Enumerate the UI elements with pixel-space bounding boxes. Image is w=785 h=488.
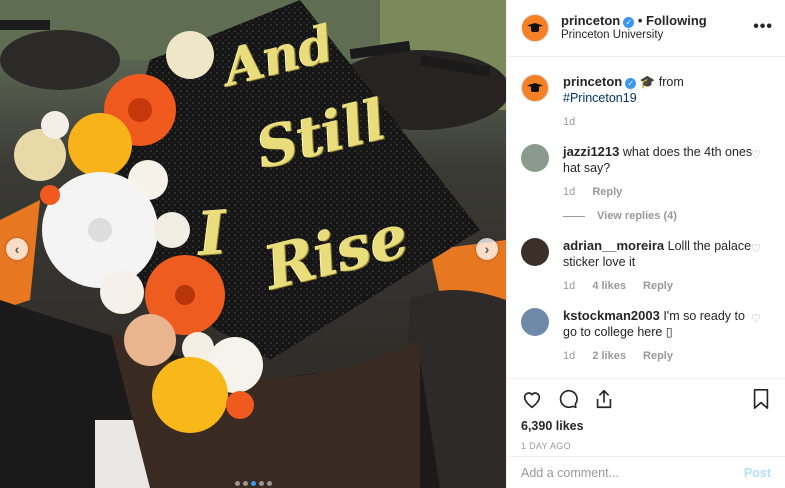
caption-prefix: from — [658, 75, 684, 89]
add-comment-input[interactable] — [521, 465, 744, 480]
like-count[interactable]: 6,390 likes — [521, 419, 771, 433]
comment-likes[interactable]: 4 likes — [592, 280, 626, 292]
carousel-next-button[interactable]: › — [476, 238, 498, 260]
commenter-avatar[interactable] — [521, 238, 549, 266]
comment-username[interactable]: adrian__moreira — [563, 238, 664, 253]
comment-time[interactable]: 1d — [563, 350, 575, 362]
commenter-avatar[interactable] — [521, 308, 549, 336]
post-photo[interactable]: And Still I Rise ‹ › — [0, 0, 506, 488]
comment-icon[interactable] — [557, 388, 579, 410]
reply-button[interactable]: Reply — [643, 280, 673, 292]
caption-username[interactable]: princeton — [563, 74, 622, 89]
add-comment-bar: Post — [507, 456, 785, 488]
header-subtitle[interactable]: Princeton University — [561, 28, 707, 43]
heart-icon[interactable] — [521, 388, 543, 410]
comments-list[interactable]: princeton ✓ 🎓 from #Princeton19 1d jazzi1… — [507, 58, 785, 376]
carousel-dot — [243, 481, 248, 486]
carousel-prev-button[interactable]: ‹ — [6, 238, 28, 260]
following-button[interactable]: Following — [646, 13, 707, 28]
bookmark-icon[interactable] — [751, 388, 771, 410]
commenter-avatar[interactable] — [521, 144, 549, 172]
comment-username[interactable]: kstockman2003 — [563, 308, 660, 323]
cap-text-i: I — [196, 198, 229, 270]
post-header: princeton ✓ • Following Princeton Univers… — [507, 0, 785, 57]
comment-item: kstockman2003 I'm so ready to go to coll… — [521, 308, 771, 364]
post-date[interactable]: 1 DAY AGO — [521, 441, 771, 451]
comment-time[interactable]: 1d — [563, 280, 575, 292]
header-username[interactable]: princeton — [561, 13, 620, 28]
reply-button[interactable]: Reply — [643, 350, 673, 362]
profile-avatar[interactable] — [521, 14, 549, 42]
comment-item: jazzi1213 what does the 4th ones hat say… — [521, 144, 771, 200]
post-side-panel: princeton ✓ • Following Princeton Univers… — [506, 0, 785, 488]
comment-like-heart-icon[interactable]: ♡ — [751, 148, 761, 161]
more-options-icon[interactable]: ••• — [753, 18, 773, 36]
comment-item: adrian__moreira Lolll the palace sticker… — [521, 238, 771, 294]
reply-button[interactable]: Reply — [592, 186, 622, 198]
post-actions: 6,390 likes 1 DAY AGO — [507, 378, 785, 451]
comment-likes[interactable]: 2 likes — [592, 350, 626, 362]
comment-like-heart-icon[interactable]: ♡ — [751, 242, 761, 255]
carousel-dots — [235, 481, 272, 486]
verified-icon: ✓ — [623, 17, 635, 28]
caption-hashtag[interactable]: #Princeton19 — [563, 91, 637, 105]
caption: princeton ✓ 🎓 from #Princeton19 1d — [521, 74, 771, 130]
share-icon[interactable] — [593, 388, 615, 410]
comment-username[interactable]: jazzi1213 — [563, 144, 619, 159]
carousel-dot — [267, 481, 272, 486]
caption-time[interactable]: 1d — [563, 116, 575, 128]
comment-like-heart-icon[interactable]: ♡ — [751, 312, 761, 325]
grad-cap-emoji-icon: 🎓 — [639, 75, 656, 89]
grad-cap-icon — [527, 23, 543, 33]
carousel-dot — [235, 481, 240, 486]
comment-time[interactable]: 1d — [563, 186, 575, 198]
header-separator: • — [637, 13, 643, 28]
view-replies-button[interactable]: View replies (4) — [563, 210, 771, 222]
caption-avatar[interactable] — [521, 74, 549, 102]
verified-icon: ✓ — [625, 78, 637, 89]
carousel-dot — [259, 481, 264, 486]
carousel-dot-active — [251, 481, 256, 486]
grad-cap-icon — [527, 83, 543, 93]
post-comment-button[interactable]: Post — [744, 466, 771, 480]
